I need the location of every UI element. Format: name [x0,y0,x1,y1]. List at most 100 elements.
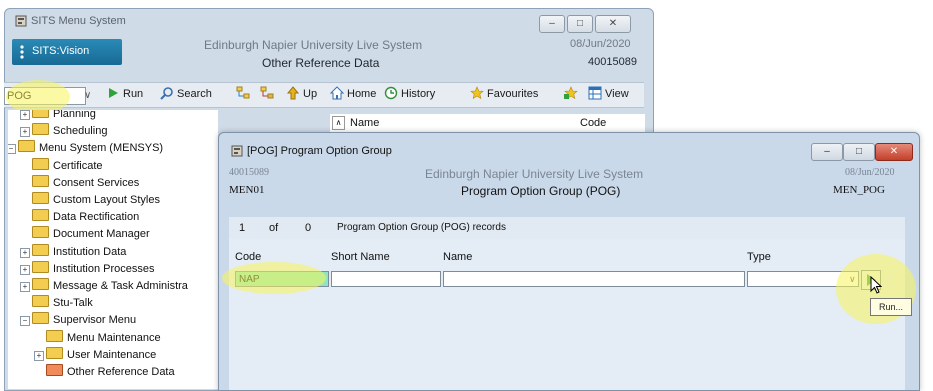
view-button[interactable]: View [588,86,629,103]
record-info-strip: 1 of 0 Program Option Group (POG) record… [229,217,905,239]
folder-icon [32,174,49,187]
folder-icon [32,192,49,204]
tree-item-label: Consent Services [53,176,140,189]
favourites-button[interactable]: Favourites [470,86,538,103]
play-icon [106,86,120,100]
logo-text: SITS:Vision [32,45,90,57]
type-chevron-down-icon[interactable]: ∨ [849,271,859,287]
expand-icon[interactable]: + [20,264,30,275]
mouse-cursor-icon [870,275,883,294]
dialog-user-id: 40015089 [229,167,269,178]
tree-item[interactable]: − Supervisor Menu [20,312,137,329]
collapse-tree-button[interactable] [260,86,277,103]
tree-item[interactable]: + Planning [20,110,96,123]
dialog-menu-code: MEN01 [229,184,265,196]
add-favourite-button[interactable] [564,86,581,103]
up-arrow-icon [286,86,300,100]
tree-item[interactable]: + Institution Processes [20,260,155,278]
tree-item[interactable]: Certificate [32,157,103,175]
tree-item[interactable]: Data Rectification [32,209,139,226]
name-field[interactable] [443,271,745,287]
code-field[interactable]: NAP [235,271,329,287]
toolbar: Run Search Up Home History Favourites Vi… [4,82,644,108]
tree-item-label: User Maintenance [67,348,157,361]
dialog-date: 08/Jun/2020 [845,167,895,178]
expand-icon[interactable]: + [20,282,30,292]
expand-icon[interactable]: + [20,127,30,138]
close-icon[interactable]: ✕ [595,15,631,33]
short-name-field[interactable] [331,271,441,287]
list-col-code[interactable]: Code [580,117,606,129]
folder-icon [32,243,49,256]
dialog-system-name: Edinburgh Napier University Live System [425,167,644,181]
menu-search-input[interactable] [4,87,86,105]
tree-item-label: Custom Layout Styles [53,194,160,206]
dialog-title: [POG] Program Option Group [247,145,392,157]
tree-item[interactable]: Other Reference Data [46,364,175,381]
history-button[interactable]: History [384,86,435,103]
grid-view-icon [588,86,602,100]
expand-tree-button[interactable] [236,86,253,103]
menu-tree: + Planning + Scheduling − Menu System (MENSYS… [8,110,218,389]
folder-icon [32,110,49,118]
tree-item-label: Data Rectification [53,211,140,224]
collapse-icon[interactable]: − [8,144,16,155]
tree-item[interactable]: Stu-Talk [32,295,93,312]
dialog-body: Code Short Name Name Type NAP ∨ [229,239,905,390]
expand-icon[interactable]: + [20,247,30,258]
tree-item[interactable]: Menu Maintenance [46,329,161,347]
tree-item[interactable]: Custom Layout Styles [32,192,160,209]
dialog-minimize-icon[interactable]: – [811,143,843,161]
search-button[interactable]: Search [160,86,212,103]
folder-icon [32,209,49,222]
add-star-icon [564,86,578,100]
app-icon [15,15,27,27]
code-label: Code [235,251,262,263]
folder-icon [46,346,63,359]
type-select[interactable] [747,271,859,287]
tree-item[interactable]: Document Manager [32,226,150,243]
pog-dialog: [POG] Program Option Group – □ ✕ 4001508… [218,132,920,391]
tree-item[interactable]: + Message & Task Administra [20,278,188,295]
sits-logo: SITS:Vision [12,39,122,65]
chevron-down-icon[interactable]: ∨ [84,87,98,105]
maximize-icon[interactable]: □ [567,15,593,33]
tree-item-label: Document Manager [53,228,150,241]
dialog-maximize-icon[interactable]: □ [843,143,875,161]
collapse-icon[interactable]: − [20,316,30,327]
tree-item-label: Supervisor Menu [53,314,137,327]
tree-item[interactable]: + Institution Data [20,243,126,261]
main-titlebar[interactable]: SITS Menu System – □ ✕ [5,9,653,35]
short-name-label: Short Name [331,251,390,263]
folder-icon [32,312,49,325]
scroll-up-icon[interactable]: ∧ [332,116,345,130]
up-button[interactable]: Up [286,86,317,103]
dialog-close-icon[interactable]: ✕ [875,143,913,161]
system-name: Edinburgh Napier University Live System [204,38,423,52]
tree-item[interactable]: + User Maintenance [34,346,157,364]
home-icon [329,86,345,100]
dialog-screen-code: MEN_POG [833,184,885,196]
dialog-screen-name: Program Option Group (POG) [461,184,621,198]
dialog-titlebar[interactable]: [POG] Program Option Group – □ ✕ [219,133,919,167]
run-tooltip: Run... [870,298,912,316]
star-icon [470,86,484,100]
tree-item[interactable]: Consent Services [32,174,140,192]
tree-item-label: Menu System (MENSYS) [39,142,164,155]
home-button[interactable]: Home [329,86,376,103]
expand-icon[interactable]: + [34,350,44,361]
folder-icon [18,140,35,153]
tree-item[interactable]: − Menu System (MENSYS) [8,140,164,157]
minimize-icon[interactable]: – [539,15,565,33]
header-user-id: 40015089 [588,56,637,68]
tree-collapse-icon [260,86,274,100]
tree-item-label: Scheduling [53,125,108,138]
run-button[interactable]: Run [106,86,143,103]
expand-icon[interactable]: + [20,110,30,120]
tree-item[interactable]: + Scheduling [20,123,108,140]
tree-expand-icon [236,86,250,100]
list-col-name[interactable]: Name [350,117,379,129]
folder-icon [46,329,63,342]
type-label: Type [747,251,771,263]
folder-icon [32,123,49,136]
